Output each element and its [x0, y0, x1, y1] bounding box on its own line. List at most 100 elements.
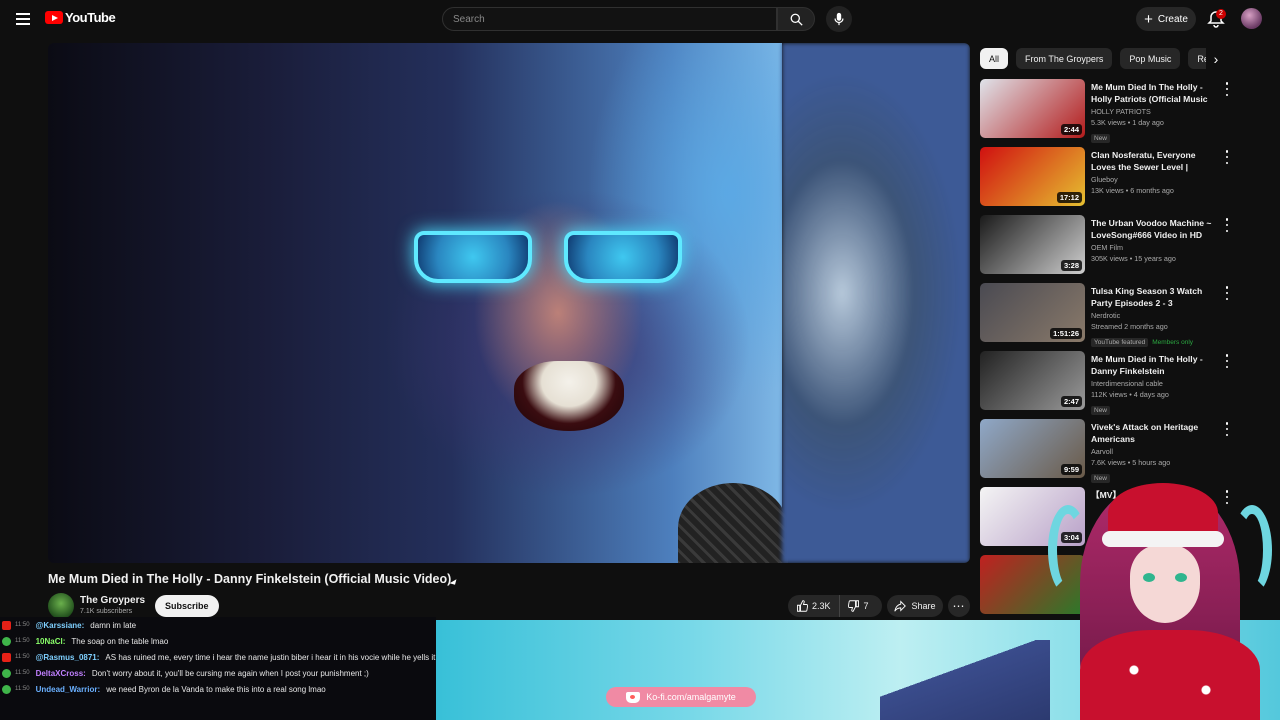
vtuber-avatar: [1040, 445, 1280, 720]
chat-username: 10NaCl:: [35, 636, 66, 646]
play-logo-icon: [45, 11, 63, 24]
dislike-count: 7: [863, 601, 869, 611]
duration-badge: 3:28: [1060, 260, 1082, 271]
recommendation-item[interactable]: 1:51:26 Tulsa King Season 3 Watch Party E…: [980, 283, 1240, 347]
kofi-banner: Ko-fi.com/amalgamyte: [606, 687, 756, 707]
dislike-button[interactable]: 7: [840, 595, 877, 617]
recommendation-channel[interactable]: OEM Film: [1091, 243, 1216, 252]
video-thumbnail[interactable]: 2:47: [980, 351, 1085, 410]
duration-badge: 2:44: [1060, 124, 1082, 135]
top-bar: YouTube + Create 2: [0, 0, 1280, 38]
account-avatar[interactable]: [1241, 8, 1262, 29]
recommendation-title[interactable]: The Urban Voodoo Machine ~ LoveSong#666 …: [1091, 217, 1216, 241]
duration-badge: 2:47: [1060, 396, 1082, 407]
recommendation-channel[interactable]: HOLLY PATRIOTS: [1091, 107, 1216, 116]
chat-username: Undead_Warrior:: [35, 684, 101, 694]
chat-message: 11:50 @Rasmus_0871: AS has ruined me, ever…: [0, 649, 436, 665]
platform-icon: [2, 636, 11, 646]
recommendation-meta: Streamed 2 months ago: [1091, 322, 1168, 331]
chat-text: AS has ruined me, every time i hear the …: [105, 652, 436, 662]
like-count: 2.3K: [812, 601, 831, 611]
duration-badge: 17:12: [1056, 192, 1082, 203]
create-label: Create: [1157, 13, 1188, 25]
video-thumbnail[interactable]: 17:12: [980, 147, 1085, 206]
subscribe-button[interactable]: Subscribe: [155, 595, 219, 617]
hamburger-menu-icon[interactable]: [12, 8, 34, 30]
more-options-icon[interactable]: [1223, 218, 1231, 232]
chat-text: damn im late: [90, 620, 137, 630]
chat-username: @Rasmus_0871:: [35, 652, 100, 662]
plus-icon: +: [1144, 10, 1153, 28]
more-options-icon[interactable]: [1223, 82, 1231, 96]
youtube-logo[interactable]: YouTube: [45, 10, 116, 25]
recommendation-meta: 13K views • 6 months ago: [1091, 186, 1174, 195]
chat-text: Don't worry about it, you'll be cursing …: [91, 668, 369, 678]
kofi-link: Ko-fi.com/amalgamyte: [646, 692, 736, 702]
chat-username: DeltaXCross:: [35, 668, 86, 678]
chip-all[interactable]: All: [980, 48, 1009, 69]
subscriber-count: 7.1K subscribers: [80, 608, 133, 615]
video-thumbnail[interactable]: 1:51:26: [980, 283, 1085, 342]
recommendation-title[interactable]: Vivek's Attack on Heritage Americans: [1091, 421, 1216, 445]
chat-text: we need Byron de la Vanda to make this i…: [106, 684, 326, 694]
like-dislike-group: 2.3K 7: [788, 595, 882, 617]
recommendation-meta: 305K views • 15 years ago: [1091, 254, 1176, 263]
platform-icon: [2, 668, 11, 678]
more-options-icon[interactable]: [1223, 150, 1231, 164]
platform-icon: [2, 684, 11, 694]
create-button[interactable]: + Create: [1136, 7, 1196, 31]
channel-name[interactable]: The Groypers: [80, 595, 145, 606]
chat-time: 11:50: [15, 670, 30, 676]
more-options-icon[interactable]: [1223, 286, 1231, 300]
share-button[interactable]: Share: [887, 595, 943, 617]
more-options-icon[interactable]: [1223, 422, 1231, 436]
duration-badge: 1:51:26: [1050, 328, 1082, 339]
recommendation-channel[interactable]: Interdimensional cable: [1091, 379, 1216, 388]
recommendation-badge: New: [1091, 134, 1111, 143]
more-actions-icon[interactable]: ⋯: [948, 595, 970, 617]
chat-message: 11:50 10NaCl: The soap on the table lmao: [0, 633, 436, 649]
filter-chips: All From The Groypers Pop Music Related: [980, 48, 1220, 70]
microphone-prop: [678, 483, 788, 563]
like-button[interactable]: 2.3K: [788, 595, 840, 617]
recommendation-channel[interactable]: Glueboy: [1091, 175, 1216, 184]
chevron-right-icon[interactable]: ›: [1206, 48, 1226, 69]
recommendation-title[interactable]: Me Mum Died in The Holly - Danny Finkels…: [1091, 353, 1216, 377]
youtube-icon: [2, 620, 11, 630]
video-thumbnail[interactable]: 2:44: [980, 79, 1085, 138]
recommendation-item[interactable]: 2:47 Me Mum Died in The Holly - Danny Fin…: [980, 351, 1240, 415]
video-title: Me Mum Died in The Holly - Danny Finkels…: [48, 572, 452, 586]
share-label: Share: [911, 601, 936, 611]
recommendation-title[interactable]: Tulsa King Season 3 Watch Party Episodes…: [1091, 285, 1216, 309]
chat-time: 11:50: [15, 638, 30, 644]
video-player[interactable]: [48, 43, 970, 563]
chip-from-channel[interactable]: From The Groypers: [1016, 48, 1113, 69]
more-options-icon[interactable]: [1223, 354, 1231, 368]
recommendation-channel[interactable]: Nerdrotic: [1091, 311, 1216, 320]
search-button[interactable]: [777, 7, 815, 31]
chip-pop-music[interactable]: Pop Music: [1120, 48, 1181, 69]
voice-search-button[interactable]: [826, 6, 852, 32]
search-box[interactable]: [442, 7, 777, 31]
recommendation-title[interactable]: Clan Nosferatu, Everyone Loves the Sewer…: [1091, 149, 1216, 173]
video-frame: [48, 43, 788, 563]
video-thumbnail[interactable]: 3:28: [980, 215, 1085, 274]
channel-avatar[interactable]: [48, 593, 74, 619]
search-icon: [790, 13, 803, 26]
recommendation-meta: 5.3K views • 1 day ago: [1091, 118, 1164, 127]
logo-text: YouTube: [65, 10, 116, 25]
chat-time: 11:50: [15, 654, 30, 660]
search-input[interactable]: [443, 8, 776, 30]
stream-chat: 11:50 @Karssiane: damn im late 11:50 10NaCl:…: [0, 617, 436, 720]
recommendation-item[interactable]: 17:12 Clan Nosferatu, Everyone Loves the …: [980, 147, 1240, 211]
members-only-label: Members only: [1152, 339, 1194, 346]
chat-username: @Karssiane:: [35, 620, 85, 630]
chat-time: 11:50: [15, 686, 30, 692]
thumbs-up-icon: [797, 600, 808, 612]
notification-badge: 2: [1216, 9, 1226, 19]
microphone-icon: [834, 12, 844, 26]
recommendation-title[interactable]: Me Mum Died In The Holly - Holly Patriot…: [1091, 81, 1216, 105]
chat-message: 11:50 DeltaXCross: Don't worry about it, y…: [0, 665, 436, 681]
recommendation-item[interactable]: 2:44 Me Mum Died In The Holly - Holly Pat…: [980, 79, 1240, 143]
recommendation-item[interactable]: 3:28 The Urban Voodoo Machine ~ LoveSong#…: [980, 215, 1240, 279]
